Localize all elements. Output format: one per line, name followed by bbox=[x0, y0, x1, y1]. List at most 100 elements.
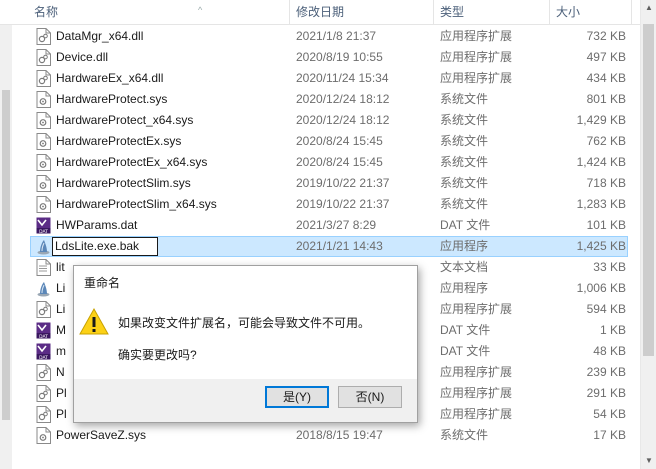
file-date: 2021/3/27 8:29 bbox=[296, 218, 377, 232]
dll-file-icon bbox=[36, 28, 51, 45]
column-name-label: 名称 bbox=[34, 5, 59, 19]
file-size: 434 KB bbox=[586, 71, 626, 85]
vertical-scrollbar-thumb[interactable] bbox=[643, 24, 654, 356]
file-row[interactable]: HardwareProtectEx.sys 2020/8/24 15:45 系统文件… bbox=[0, 131, 640, 152]
file-type: 应用程序扩展 bbox=[440, 71, 513, 85]
file-size: 497 KB bbox=[586, 50, 626, 64]
file-type: 应用程序扩展 bbox=[440, 386, 513, 400]
file-date: 2019/10/22 21:37 bbox=[296, 176, 390, 190]
scroll-up-icon[interactable]: ▲ bbox=[641, 0, 656, 16]
file-name: HardwareProtectEx.sys bbox=[56, 134, 182, 148]
file-type: 应用程序扩展 bbox=[440, 365, 513, 379]
file-type: 应用程序 bbox=[440, 239, 489, 253]
file-type: DAT 文件 bbox=[440, 218, 491, 232]
sys-file-icon bbox=[36, 175, 51, 192]
file-type: 系统文件 bbox=[440, 197, 489, 211]
file-name: Device.dll bbox=[56, 50, 109, 64]
file-row[interactable]: DataMgr_x64.dll 2021/1/8 21:37 应用程序扩展 732 K… bbox=[0, 26, 640, 47]
file-name: HardwareProtectEx_x64.sys bbox=[56, 155, 208, 169]
file-type: 应用程序扩展 bbox=[440, 407, 513, 421]
file-date: 2020/8/24 15:45 bbox=[296, 155, 383, 169]
file-size: 801 KB bbox=[586, 92, 626, 106]
dll-file-icon bbox=[36, 364, 51, 381]
file-row[interactable]: HardwareProtectSlim.sys 2019/10/22 21:37 系… bbox=[0, 173, 640, 194]
dat-file-icon: DAT bbox=[36, 343, 51, 361]
dialog-title: 重命名 bbox=[84, 276, 121, 290]
yes-button[interactable]: 是(Y) bbox=[265, 386, 329, 408]
file-size: 594 KB bbox=[586, 302, 626, 316]
sys-file-icon bbox=[36, 154, 51, 171]
file-date: 2020/12/24 18:12 bbox=[296, 92, 390, 106]
file-type: 系统文件 bbox=[440, 92, 489, 106]
file-type: 应用程序扩展 bbox=[440, 302, 513, 316]
dll-file-icon bbox=[36, 301, 51, 318]
dialog-question: 确实要更改吗? bbox=[118, 348, 197, 362]
file-row[interactable]: DAT HWParams.dat 2021/3/27 8:29 DAT 文件 101 K… bbox=[0, 215, 640, 236]
exe-file-icon bbox=[36, 280, 51, 297]
file-date: 2020/8/19 10:55 bbox=[296, 50, 383, 64]
dialog-title-bar: 重命名 bbox=[74, 266, 417, 297]
file-size: 718 KB bbox=[586, 176, 626, 190]
file-type: 应用程序 bbox=[440, 281, 489, 295]
file-type: 应用程序扩展 bbox=[440, 29, 513, 43]
scroll-down-icon[interactable]: ▼ bbox=[641, 453, 656, 469]
file-name: DataMgr_x64.dll bbox=[56, 29, 144, 43]
sys-file-icon bbox=[36, 112, 51, 129]
column-header-size[interactable]: 大小 bbox=[550, 0, 632, 24]
sys-file-icon bbox=[36, 91, 51, 108]
file-name: HardwareProtect_x64.sys bbox=[56, 113, 194, 127]
file-row[interactable]: HardwareProtect_x64.sys 2020/12/24 18:12 系… bbox=[0, 110, 640, 131]
svg-text:DAT: DAT bbox=[39, 229, 48, 234]
column-type-label: 类型 bbox=[440, 5, 465, 19]
file-row[interactable]: HardwareProtectSlim_x64.sys 2019/10/22 21… bbox=[0, 194, 640, 215]
dat-file-icon: DAT bbox=[36, 322, 51, 340]
warning-icon bbox=[79, 307, 109, 335]
file-row[interactable]: LdsLite.exe.bak 2021/1/21 14:43 应用程序 1,425 … bbox=[0, 236, 640, 257]
file-date: 2020/11/24 15:34 bbox=[296, 71, 389, 85]
column-size-label: 大小 bbox=[556, 5, 581, 19]
file-date: 2020/12/24 18:12 bbox=[296, 113, 390, 127]
column-header-name[interactable]: 名称 ^ bbox=[28, 0, 290, 24]
file-row[interactable]: HardwareProtect.sys 2020/12/24 18:12 系统文件 8… bbox=[0, 89, 640, 110]
file-row[interactable]: Device.dll 2020/8/19 10:55 应用程序扩展 497 KB bbox=[0, 47, 640, 68]
file-date: 2021/1/21 14:43 bbox=[296, 239, 383, 253]
file-size: 54 KB bbox=[593, 407, 626, 421]
dat-file-icon: DAT bbox=[36, 217, 51, 235]
file-date: 2020/8/24 15:45 bbox=[296, 134, 383, 148]
file-name: HardwareProtectSlim.sys bbox=[56, 176, 191, 190]
txt-file-icon bbox=[36, 259, 51, 276]
file-name: HWParams.dat bbox=[56, 218, 138, 232]
file-type: 系统文件 bbox=[440, 176, 489, 190]
file-size: 1 KB bbox=[599, 323, 626, 337]
file-row[interactable]: HardwareProtectEx_x64.sys 2020/8/24 15:45… bbox=[0, 152, 640, 173]
rename-input[interactable]: LdsLite.exe.bak bbox=[52, 237, 158, 256]
column-header-date[interactable]: 修改日期 bbox=[290, 0, 434, 24]
file-size: 762 KB bbox=[586, 134, 626, 148]
column-header-type[interactable]: 类型 bbox=[434, 0, 550, 24]
sys-file-icon bbox=[36, 133, 51, 150]
file-row[interactable]: HardwareEx_x64.dll 2020/11/24 15:34 应用程序扩展… bbox=[0, 68, 640, 89]
file-row[interactable]: PowerSaveZ.sys 2018/8/15 19:47 系统文件 17 KB bbox=[0, 425, 640, 446]
no-button[interactable]: 否(N) bbox=[338, 386, 402, 408]
file-size: 101 KB bbox=[586, 218, 626, 232]
file-size: 1,429 KB bbox=[576, 113, 626, 127]
file-type: 系统文件 bbox=[440, 134, 489, 148]
file-date: 2021/1/8 21:37 bbox=[296, 29, 377, 43]
file-size: 1,425 KB bbox=[576, 239, 626, 253]
file-size: 1,424 KB bbox=[576, 155, 626, 169]
file-type: 系统文件 bbox=[440, 428, 489, 442]
dialog-message: 如果改变文件扩展名，可能会导致文件不可用。 bbox=[118, 316, 371, 330]
vertical-scrollbar[interactable]: ▲ ▼ bbox=[640, 0, 656, 469]
rename-dialog: 重命名 如果改变文件扩展名，可能会导致文件不可用。 确实要更改吗? 是(Y) 否… bbox=[73, 265, 418, 423]
file-type: DAT 文件 bbox=[440, 323, 491, 337]
svg-text:DAT: DAT bbox=[39, 355, 48, 360]
file-name: PowerSaveZ.sys bbox=[56, 428, 147, 442]
file-name: HardwareEx_x64.dll bbox=[56, 71, 164, 85]
file-size: 291 KB bbox=[586, 386, 626, 400]
file-type: DAT 文件 bbox=[440, 344, 491, 358]
file-date: 2018/8/15 19:47 bbox=[296, 428, 383, 442]
file-type: 系统文件 bbox=[440, 155, 489, 169]
file-size: 17 KB bbox=[593, 428, 626, 442]
column-date-label: 修改日期 bbox=[296, 5, 345, 19]
exe-file-icon bbox=[36, 238, 51, 255]
